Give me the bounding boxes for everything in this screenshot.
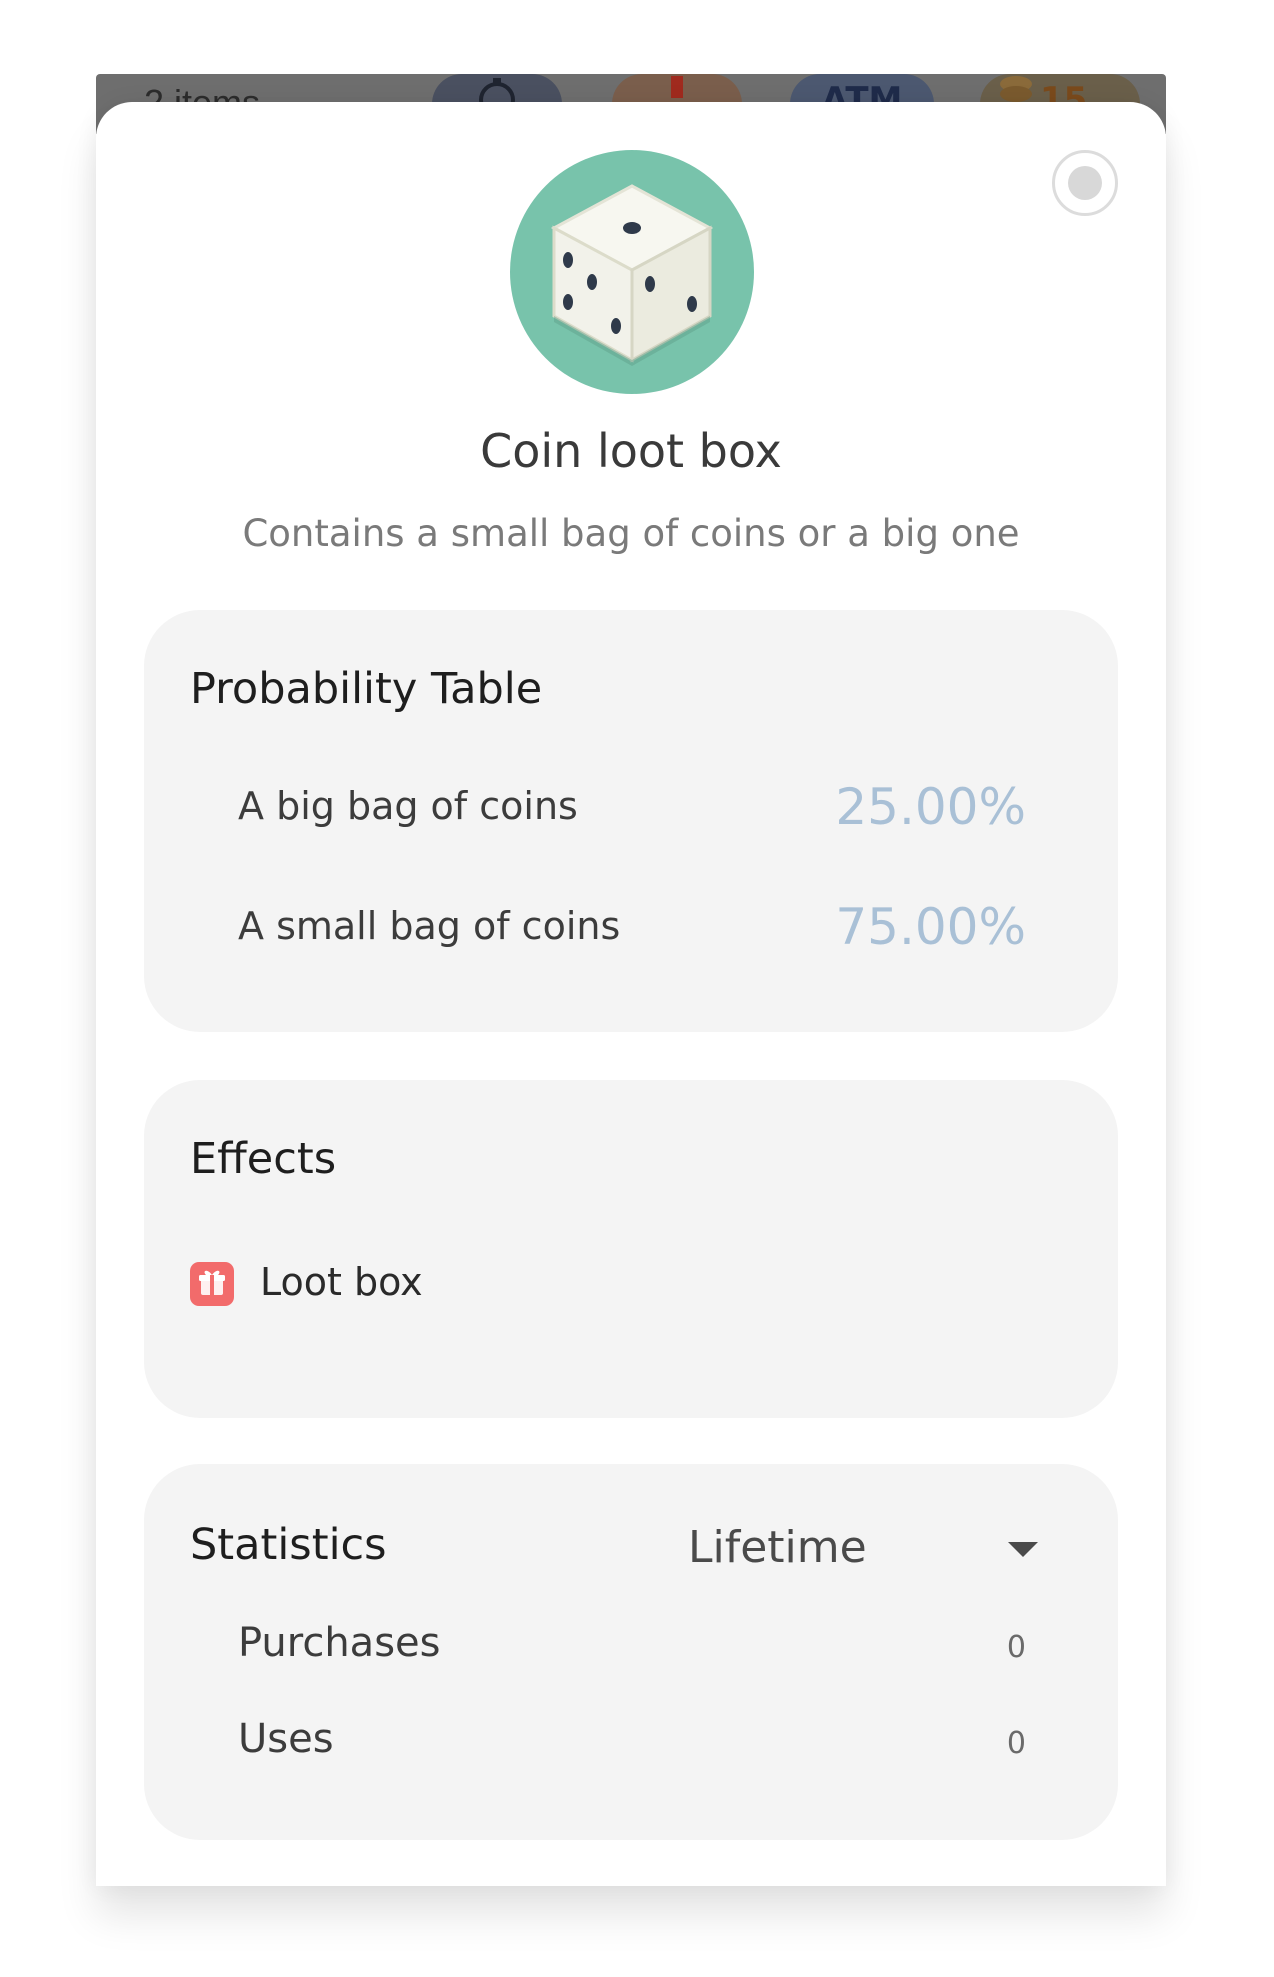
period-dropdown[interactable]: Lifetime <box>688 1520 1038 1580</box>
stat-row: Purchases 0 <box>238 1620 1026 1676</box>
probability-value: 75.00% <box>835 898 1026 956</box>
stat-value: 0 <box>1006 1630 1026 1665</box>
item-detail-modal: Coin loot box Contains a small bag of co… <box>96 102 1166 1886</box>
probability-label: A big bag of coins <box>238 784 578 828</box>
effects-title: Effects <box>190 1134 337 1184</box>
probability-value: 25.00% <box>835 778 1026 836</box>
period-value: Lifetime <box>688 1522 867 1573</box>
screen: 2 items ATM 15 <box>0 0 1274 1977</box>
probability-row: A big bag of coins 25.00% <box>238 778 1026 838</box>
probability-title: Probability Table <box>190 664 543 714</box>
close-button[interactable] <box>1052 150 1118 216</box>
gift-icon <box>190 1262 234 1306</box>
stat-label: Uses <box>238 1716 334 1762</box>
statistics-card: Statistics Lifetime Purchases 0 Uses 0 <box>144 1464 1118 1840</box>
stat-value: 0 <box>1006 1726 1026 1761</box>
statistics-title: Statistics <box>190 1520 387 1570</box>
stat-label: Purchases <box>238 1620 441 1666</box>
close-icon <box>1068 166 1102 200</box>
probability-row: A small bag of coins 75.00% <box>238 898 1026 958</box>
probability-label: A small bag of coins <box>238 904 621 948</box>
stat-row: Uses 0 <box>238 1716 1026 1772</box>
chevron-down-icon <box>1008 1542 1038 1557</box>
effect-label: Loot box <box>260 1260 423 1304</box>
dice-icon <box>510 150 754 394</box>
item-description: Contains a small bag of coins or a big o… <box>242 512 1020 555</box>
item-title: Coin loot box <box>480 424 782 478</box>
probability-card: Probability Table A big bag of coins 25.… <box>144 610 1118 1032</box>
effects-card: Effects Loot box <box>144 1080 1118 1418</box>
